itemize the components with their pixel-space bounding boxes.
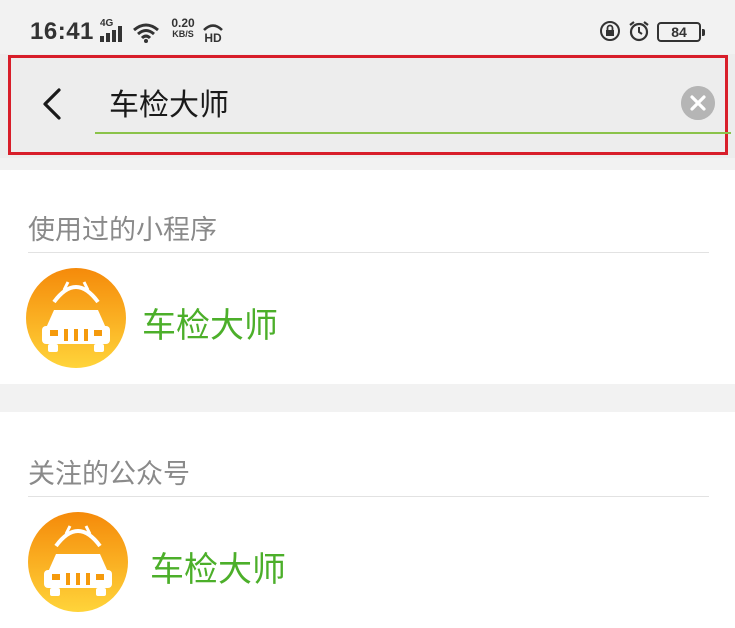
net-speed-unit: KB/S (172, 29, 194, 39)
section-divider (0, 158, 735, 170)
search-field (95, 72, 731, 134)
clear-search-button[interactable] (681, 86, 715, 120)
result-item-name: 车检大师 (150, 550, 286, 590)
car-inspection-app-icon (28, 512, 128, 612)
search-header-highlight (8, 55, 731, 155)
result-item-name: 车检大师 (142, 306, 278, 346)
status-time: 16:41 (30, 18, 94, 45)
rotation-lock-icon (600, 21, 620, 41)
hd-icon: HD (203, 24, 223, 44)
signal-icon (100, 26, 122, 42)
section-separator (28, 496, 709, 497)
battery-icon: 84 (657, 22, 705, 42)
result-item[interactable]: 车检大师 (0, 512, 735, 612)
net-speed-value: 0.20 (171, 16, 195, 30)
section-separator (28, 252, 709, 253)
net-speed: 0.20 KB/S (166, 16, 200, 40)
search-input[interactable] (109, 80, 669, 124)
back-button[interactable] (37, 84, 73, 124)
section-divider (0, 384, 735, 412)
section-followed-accounts: 关注的公众号 车检大师 (0, 412, 735, 628)
chevron-left-icon (43, 88, 61, 120)
status-icons-right: 84 (599, 18, 709, 46)
search-header (0, 54, 735, 158)
wifi-icon (133, 23, 159, 43)
section-used-mini-programs: 使用过的小程序 车检大师 (0, 170, 735, 384)
car-inspection-app-icon (26, 268, 126, 368)
hd-label: HD (204, 31, 222, 44)
result-item[interactable]: 车检大师 (0, 268, 735, 368)
section-title: 关注的公众号 (28, 459, 190, 490)
alarm-icon (629, 21, 649, 42)
status-bar: 16:41 4G 0.20 KB/S HD 84 (0, 0, 735, 54)
section-title: 使用过的小程序 (28, 215, 217, 246)
battery-level: 84 (671, 24, 687, 40)
